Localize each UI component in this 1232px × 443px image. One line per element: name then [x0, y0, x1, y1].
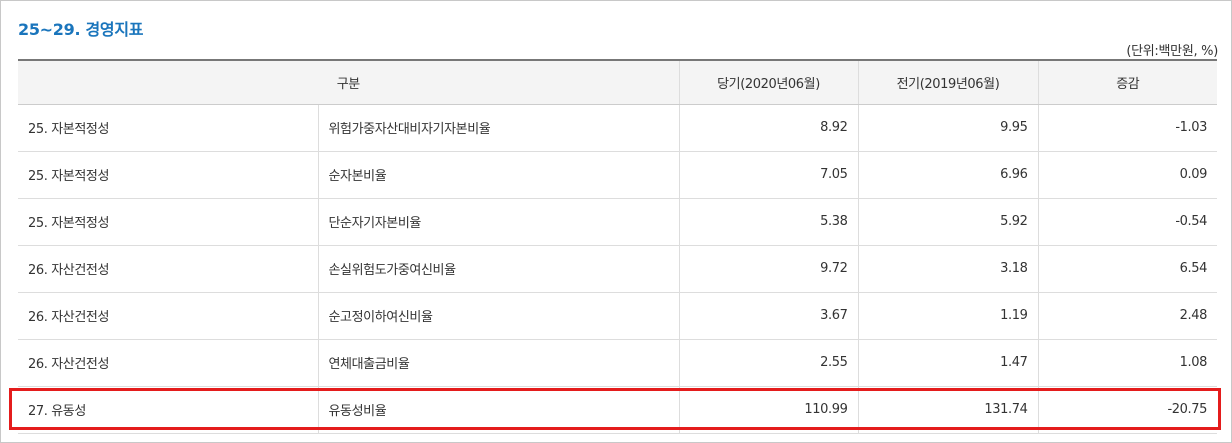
- table-row: 25. 자본적정성 위험가중자산대비자기자본비율 8.92 9.95 -1.03: [18, 104, 1217, 152]
- row-item: 순자본비율: [317, 151, 679, 199]
- row-item: 위험가중자산대비자기자본비율: [317, 104, 679, 152]
- row-change: 1.08: [1037, 339, 1217, 387]
- header-current-period: 당기(2020년06월): [678, 59, 858, 105]
- row-change: -0.54: [1037, 198, 1217, 246]
- row-current: 7.05: [678, 151, 858, 199]
- row-previous: 1.47: [857, 339, 1038, 387]
- row-previous: 3.18: [857, 245, 1038, 293]
- management-indicators-table: 구분 당기(2020년06월) 전기(2019년06월) 증감 25. 자본적정…: [18, 59, 1217, 434]
- row-change: -1.03: [1037, 104, 1217, 152]
- row-current: 3.67: [678, 292, 858, 340]
- table-row: 25. 자본적정성 순자본비율 7.05 6.96 0.09: [18, 151, 1217, 199]
- row-previous: 131.74: [857, 386, 1038, 434]
- row-item: 손실위험도가중여신비율: [317, 245, 679, 293]
- row-previous: 6.96: [857, 151, 1038, 199]
- section-title: 25~29. 경영지표: [18, 20, 144, 39]
- row-item: 연체대출금비율: [317, 339, 679, 387]
- row-current: 5.38: [678, 198, 858, 246]
- row-current: 9.72: [678, 245, 858, 293]
- row-item: 단순자기자본비율: [317, 198, 679, 246]
- header-category: 구분: [18, 59, 679, 105]
- row-change: 6.54: [1037, 245, 1217, 293]
- row-previous: 9.95: [857, 104, 1038, 152]
- row-change: 2.48: [1037, 292, 1217, 340]
- row-category: 27. 유동성: [18, 386, 318, 434]
- row-change: 0.09: [1037, 151, 1217, 199]
- table-header-row: 구분 당기(2020년06월) 전기(2019년06월) 증감: [18, 59, 1217, 105]
- row-item: 순고정이하여신비율: [317, 292, 679, 340]
- row-change: -20.75: [1037, 386, 1217, 434]
- table-row: 26. 자산건전성 연체대출금비율 2.55 1.47 1.08: [18, 339, 1217, 387]
- row-category: 26. 자산건전성: [18, 245, 318, 293]
- header-previous-period: 전기(2019년06월): [857, 59, 1038, 105]
- row-current: 2.55: [678, 339, 858, 387]
- row-category: 26. 자산건전성: [18, 292, 318, 340]
- row-category: 25. 자본적정성: [18, 151, 318, 199]
- row-previous: 1.19: [857, 292, 1038, 340]
- row-current: 8.92: [678, 104, 858, 152]
- row-category: 25. 자본적정성: [18, 198, 318, 246]
- row-current: 110.99: [678, 386, 858, 434]
- row-category: 25. 자본적정성: [18, 104, 318, 152]
- table-row-highlighted: 27. 유동성 유동성비율 110.99 131.74 -20.75: [18, 386, 1217, 434]
- header-change: 증감: [1037, 59, 1217, 105]
- table-row: 26. 자산건전성 순고정이하여신비율 3.67 1.19 2.48: [18, 292, 1217, 340]
- table-row: 25. 자본적정성 단순자기자본비율 5.38 5.92 -0.54: [18, 198, 1217, 246]
- row-category: 26. 자산건전성: [18, 339, 318, 387]
- table-row: 26. 자산건전성 손실위험도가중여신비율 9.72 3.18 6.54: [18, 245, 1217, 293]
- row-item: 유동성비율: [317, 386, 679, 434]
- unit-label: (단위:백만원, %): [1126, 44, 1218, 59]
- row-previous: 5.92: [857, 198, 1038, 246]
